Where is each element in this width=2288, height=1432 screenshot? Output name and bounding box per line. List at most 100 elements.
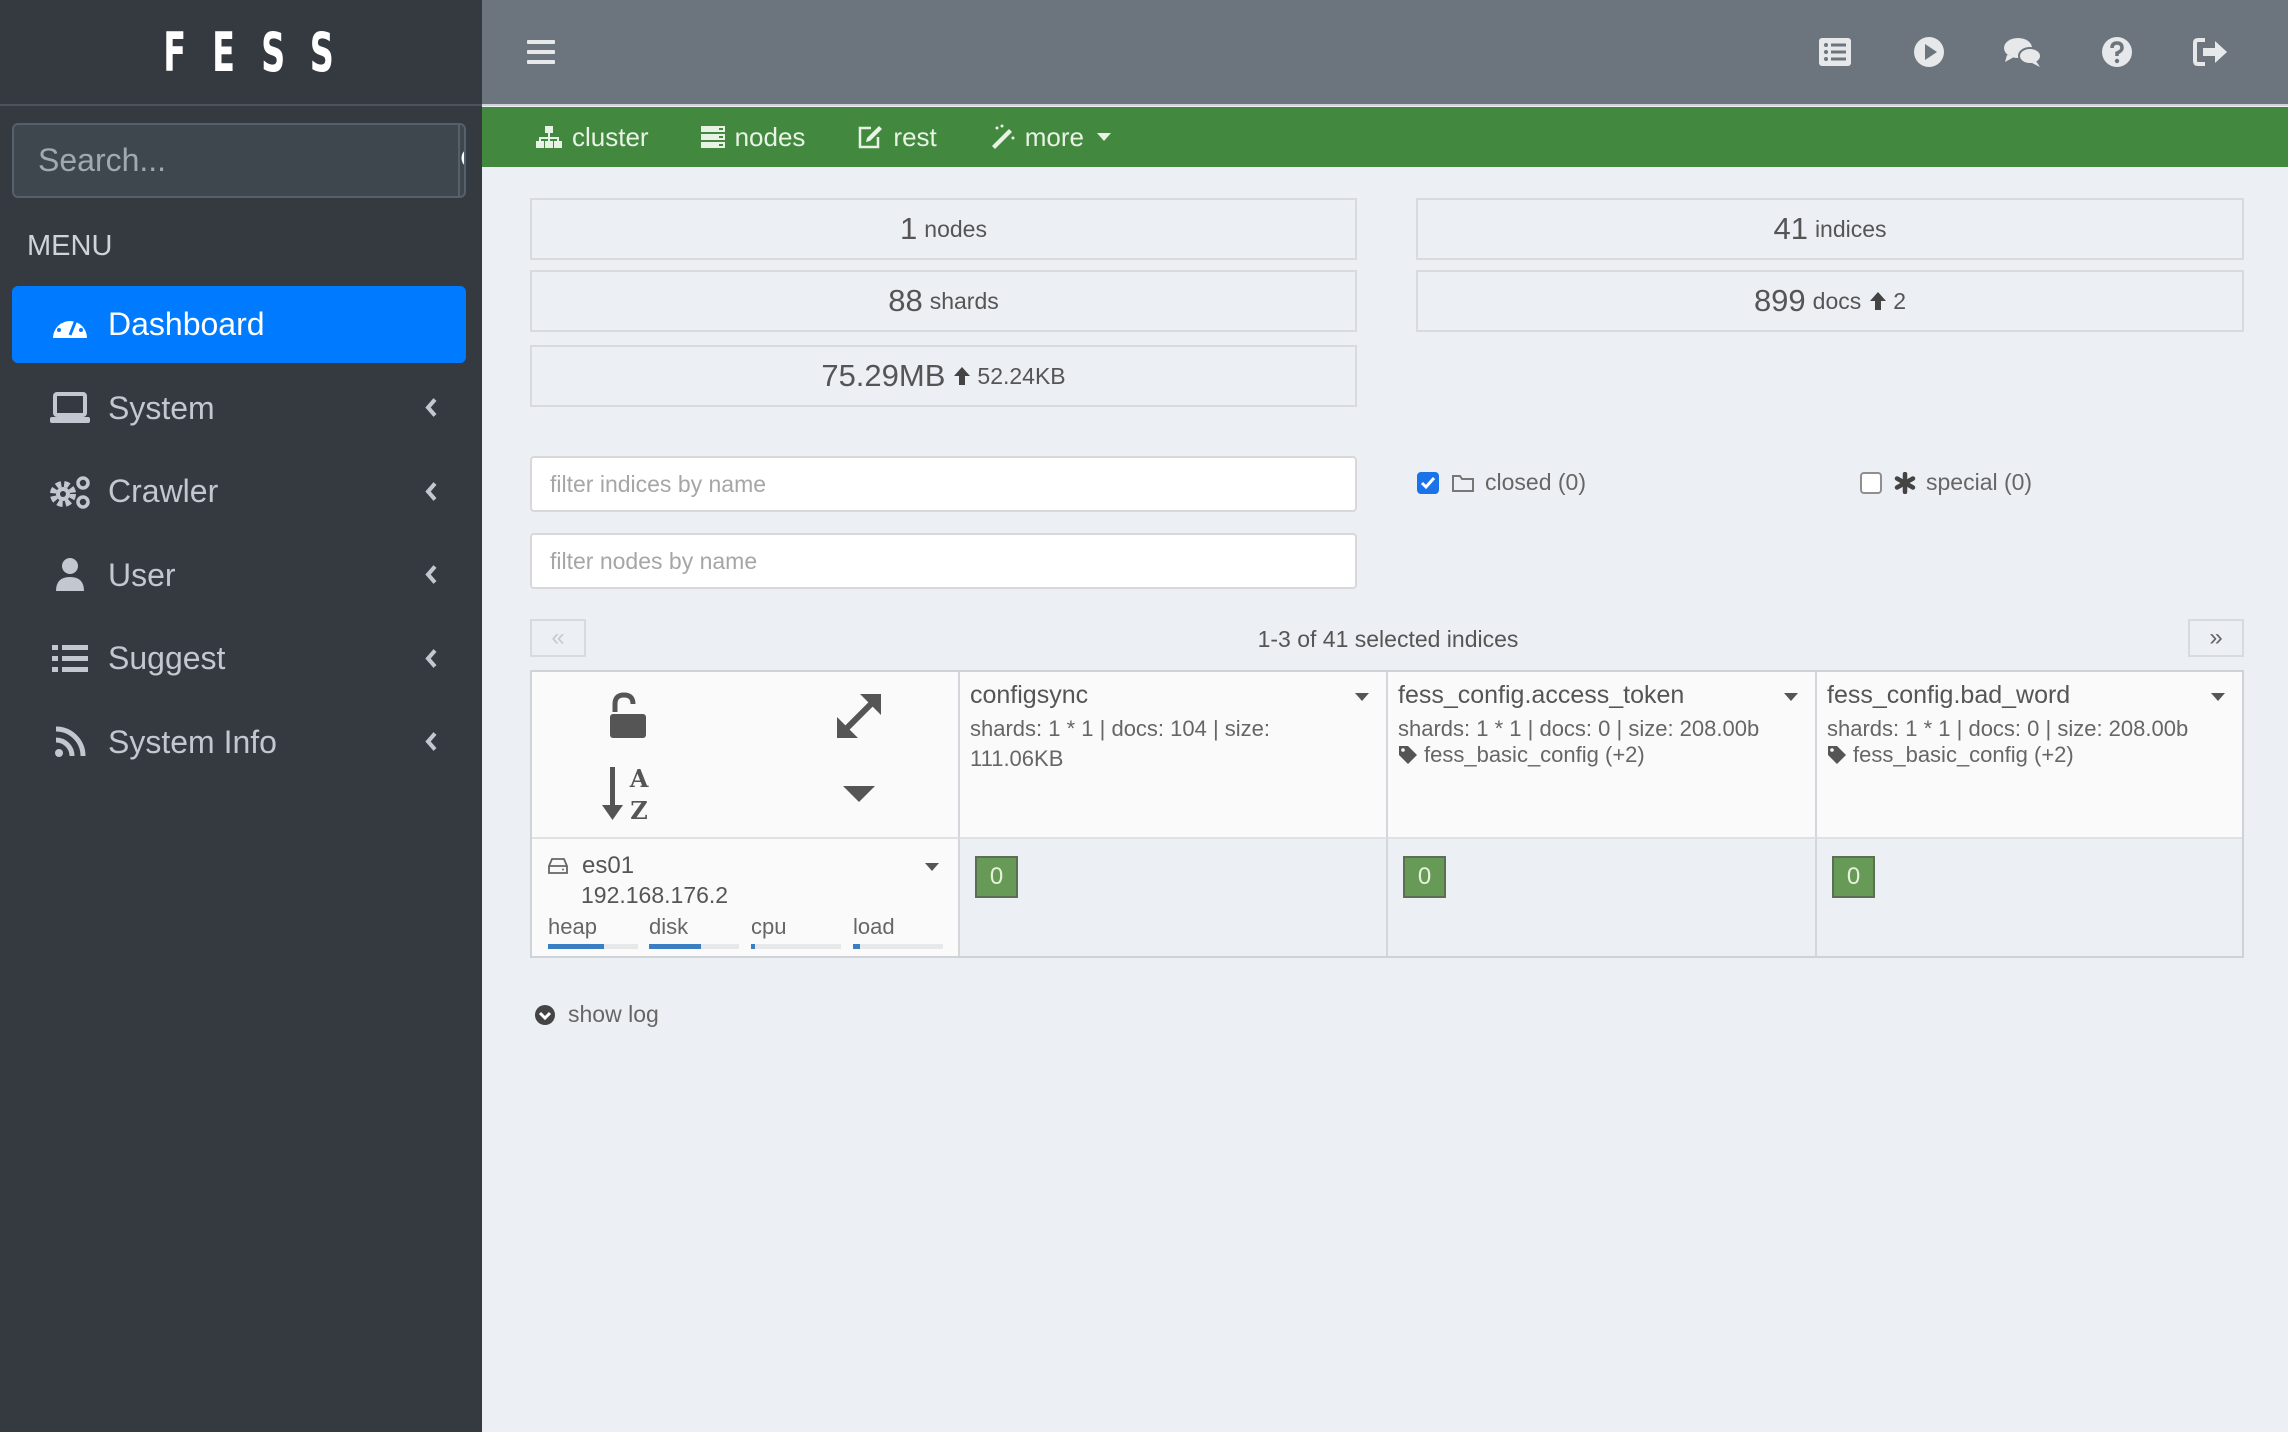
chevron-left-icon xyxy=(424,724,438,761)
metric-label: cpu xyxy=(751,914,787,939)
caret-down-icon[interactable] xyxy=(1783,692,1799,702)
closed-filter[interactable]: closed (0) xyxy=(1417,469,1586,496)
search-icon xyxy=(461,150,464,165)
shard-badge[interactable]: 0 xyxy=(1403,856,1446,898)
shard-badge[interactable]: 0 xyxy=(1832,856,1875,898)
shard-badge[interactable]: 0 xyxy=(975,856,1018,898)
logout-button[interactable] xyxy=(2164,30,2258,74)
index-name[interactable]: configsync xyxy=(970,681,1088,710)
hdd-icon xyxy=(548,858,568,874)
options-dropdown-button[interactable] xyxy=(829,772,889,816)
tag-icon xyxy=(1399,746,1417,764)
index-name[interactable]: fess_config.access_token xyxy=(1398,681,1684,710)
comments-button[interactable] xyxy=(1976,30,2070,74)
sidebar-search-button[interactable] xyxy=(458,125,464,196)
show-log-toggle[interactable]: show log xyxy=(534,1001,659,1028)
expand-button[interactable] xyxy=(829,686,889,746)
sort-az-button[interactable]: AZ xyxy=(598,762,658,826)
shard-cell: 0 xyxy=(960,839,1388,956)
tab-label: nodes xyxy=(734,121,806,152)
special-checkbox[interactable] xyxy=(1860,471,1882,494)
arrow-up-icon xyxy=(954,367,971,385)
sidebar-item-suggest[interactable]: Suggest xyxy=(12,620,466,697)
hamburger-menu-button[interactable] xyxy=(526,38,556,66)
tab-cluster[interactable]: cluster xyxy=(536,122,649,153)
stat-value: 899 xyxy=(1753,283,1806,318)
next-page-button[interactable]: » xyxy=(2188,619,2244,657)
caret-down-icon[interactable] xyxy=(1354,692,1370,702)
folder-icon xyxy=(1452,474,1474,492)
tab-label: more xyxy=(1024,121,1085,152)
unlock-icon xyxy=(610,692,646,738)
rss-icon xyxy=(46,722,94,762)
filter-indices-input[interactable] xyxy=(530,456,1357,512)
tachometer-icon xyxy=(46,305,94,345)
sidebar-item-user[interactable]: User xyxy=(12,537,466,614)
metric-fill xyxy=(853,944,861,949)
index-header: fess_config.bad_word shards: 1 * 1 | doc… xyxy=(1817,672,2242,839)
svg-text:A: A xyxy=(629,765,649,793)
list-alt-icon xyxy=(1819,38,1851,66)
stat-size: 75.29MB 52.24KB xyxy=(530,345,1357,407)
special-label: special (0) xyxy=(1926,469,2033,495)
metric-bar xyxy=(751,944,841,949)
alias-label: fess_basic_config (+2) xyxy=(1853,742,2074,767)
lock-toggle-button[interactable] xyxy=(598,686,658,746)
sidebar-item-label: User xyxy=(108,556,176,593)
grid-controls: AZ xyxy=(532,672,960,839)
metric-label: disk xyxy=(649,914,689,939)
sidebar-item-system[interactable]: System xyxy=(12,370,466,447)
sidebar-item-crawler[interactable]: Crawler xyxy=(12,453,466,530)
sidebar-search-input[interactable] xyxy=(14,125,458,196)
index-name[interactable]: fess_config.bad_word xyxy=(1827,681,2070,710)
special-filter[interactable]: special (0) xyxy=(1860,469,2032,496)
stat-delta: 2 xyxy=(1893,287,1907,314)
metric-disk: disk xyxy=(649,914,739,949)
list-alt-button[interactable] xyxy=(1788,30,1882,74)
tab-label: rest xyxy=(893,121,937,152)
shard-cell: 0 xyxy=(1388,839,1817,956)
brand-logo[interactable]: FESS xyxy=(0,0,482,106)
play-button[interactable] xyxy=(1882,30,1976,74)
chevron-circle-down-icon xyxy=(535,1004,555,1025)
chevron-left-icon xyxy=(424,640,438,677)
tab-nodes[interactable]: nodes xyxy=(700,121,806,153)
filter-nodes-input[interactable] xyxy=(530,533,1357,589)
index-meta: shards: 1 * 1 | docs: 0 | size: 208.00b xyxy=(1827,716,2189,741)
menu-header: MENU xyxy=(27,230,113,262)
shard-cell: 0 xyxy=(1817,839,2242,956)
play-circle-icon xyxy=(1914,37,1944,67)
prev-page-button[interactable]: « xyxy=(530,619,586,657)
sidebar-item-dashboard[interactable]: Dashboard xyxy=(12,286,466,363)
tab-rest[interactable]: rest xyxy=(857,121,937,153)
stat-indices: 41 indices xyxy=(1416,198,2244,260)
asterisk-icon xyxy=(1894,471,1916,494)
header-actions xyxy=(1788,30,2258,74)
sidebar-item-system-info[interactable]: System Info xyxy=(12,704,466,781)
index-alias[interactable]: fess_basic_config (+2) xyxy=(1398,742,1645,768)
magic-icon xyxy=(991,124,1015,149)
index-meta: shards: 1 * 1 | docs: 0 | size: 208.00b xyxy=(1398,716,1760,741)
laptop-icon xyxy=(46,388,94,428)
caret-down-icon[interactable] xyxy=(2210,692,2226,702)
caret-down-icon xyxy=(843,786,875,802)
node-name[interactable]: es01 xyxy=(548,852,634,880)
help-button[interactable] xyxy=(2070,30,2164,74)
arrow-up-icon xyxy=(1870,292,1887,310)
closed-label: closed (0) xyxy=(1485,469,1586,495)
chevron-left-icon xyxy=(424,473,438,510)
stat-value: 88 xyxy=(888,283,923,318)
tab-more-dropdown[interactable]: more xyxy=(989,122,1122,153)
metric-fill xyxy=(751,944,755,949)
closed-checkbox[interactable] xyxy=(1417,471,1439,494)
sort-alpha-down-icon: AZ xyxy=(602,765,649,823)
stat-value: 1 xyxy=(900,211,918,246)
svg-text:Z: Z xyxy=(630,796,648,823)
caret-down-icon[interactable] xyxy=(924,862,940,872)
stat-shards: 88 shards xyxy=(530,270,1357,332)
chevron-left-icon xyxy=(424,390,438,427)
metric-bar xyxy=(548,944,638,949)
sidebar-item-label: Crawler xyxy=(108,473,219,510)
index-alias[interactable]: fess_basic_config (+2) xyxy=(1827,742,2074,768)
sidebar: FESS MENU Dashboard System Crawler xyxy=(0,0,482,1432)
